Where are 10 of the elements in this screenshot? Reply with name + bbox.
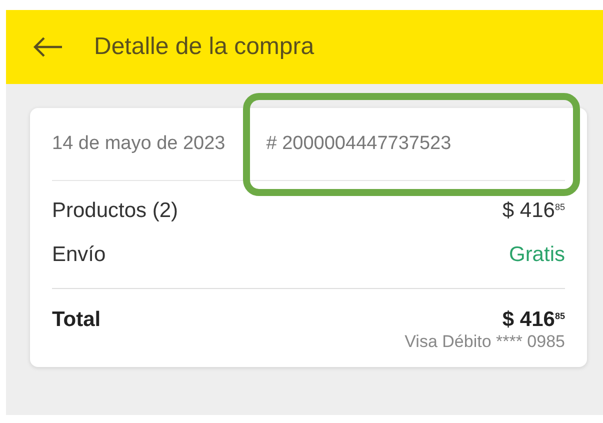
line-label: Productos (2) (52, 198, 178, 224)
order-date: 14 de mayo de 2023 (52, 132, 226, 156)
total-label: Total (52, 307, 101, 332)
payment-method: Visa Débito **** 0985 (404, 332, 565, 353)
line-amount: $ 416$^{85}$ (502, 198, 565, 224)
page-title: Detalle de la compra (94, 32, 314, 62)
free-shipping-label: Gratis (508, 242, 565, 268)
line-label: Envío (52, 242, 106, 268)
total-amount: $ 416$^{85}$ (502, 307, 565, 332)
order-number: # 2000004447737523 (266, 132, 452, 156)
